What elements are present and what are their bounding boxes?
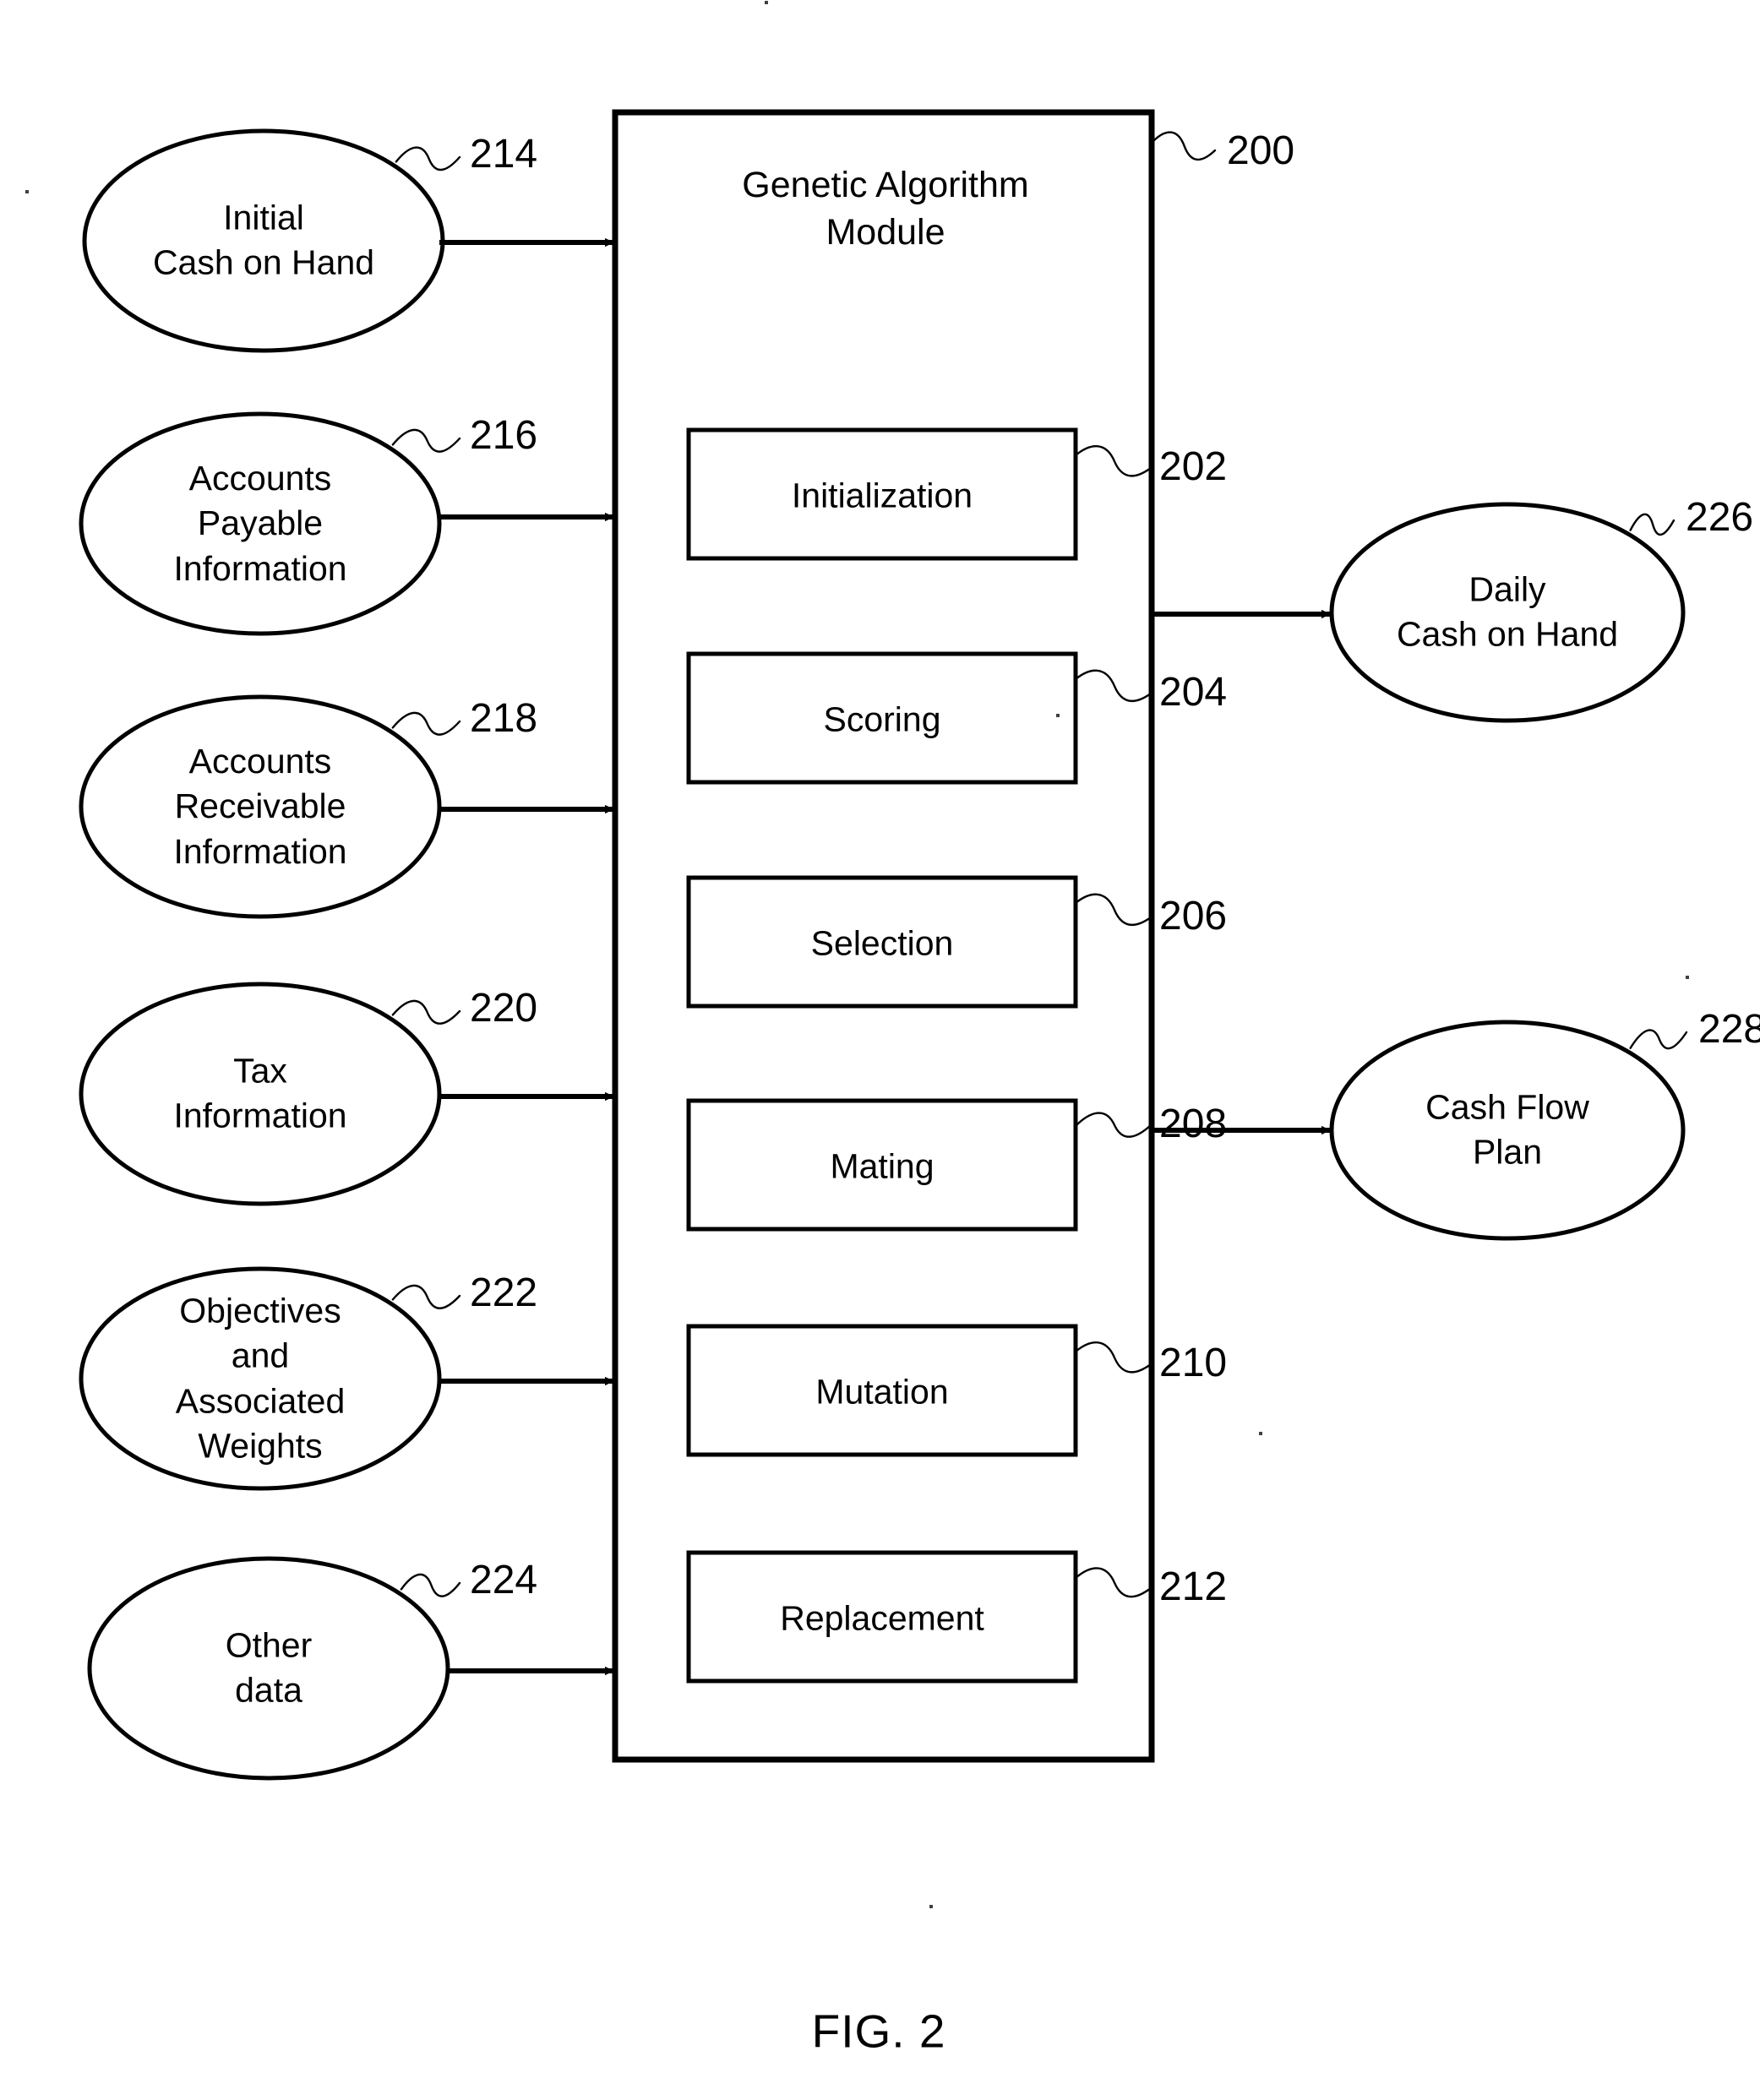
leader-226	[1629, 513, 1676, 536]
reference-leader-lines	[25, 1, 1689, 1908]
input-ellipse-214	[82, 128, 445, 353]
leader-208	[1074, 1112, 1152, 1138]
stage-box-replacement	[686, 1550, 1078, 1684]
leader-210	[1074, 1341, 1152, 1374]
input-ellipse-224	[87, 1556, 450, 1781]
input-output-ellipses	[79, 128, 1686, 1781]
scan-speck	[1686, 976, 1689, 979]
figure-vector-canvas	[25, 1, 1689, 1908]
stage-box-mutation	[686, 1324, 1078, 1457]
scan-speck	[1056, 714, 1060, 717]
scan-speck	[1259, 1432, 1262, 1435]
stage-box-selection	[686, 875, 1078, 1009]
input-ellipse-220	[79, 982, 442, 1206]
input-ellipse-216	[79, 411, 442, 636]
input-ellipse-218	[79, 694, 442, 919]
leader-206	[1074, 893, 1152, 927]
stage-box-initialization	[686, 427, 1078, 561]
scan-speck	[25, 190, 29, 193]
genetic-algorithm-module-box	[612, 109, 1155, 1763]
leader-216	[391, 428, 461, 453]
leader-218	[391, 711, 461, 736]
output-ellipse-226	[1329, 502, 1686, 723]
leader-200	[1150, 131, 1217, 161]
leader-220	[391, 999, 461, 1025]
process-boxes	[612, 109, 1155, 1763]
leader-222	[391, 1284, 461, 1309]
leader-212	[1074, 1567, 1152, 1598]
scan-speck	[765, 1, 768, 4]
patent-figure-page: Genetic Algorithm Module 200 Initializatio…	[0, 0, 1760, 2100]
stage-box-mating	[686, 1098, 1078, 1232]
leader-204	[1074, 669, 1152, 703]
leader-224	[400, 1573, 461, 1597]
scan-speck	[929, 1905, 933, 1908]
leader-228	[1629, 1029, 1688, 1050]
stage-box-scoring	[686, 651, 1078, 785]
leader-202	[1074, 445, 1152, 477]
input-ellipse-222	[79, 1266, 442, 1491]
leader-214	[395, 146, 461, 171]
output-ellipse-228	[1329, 1020, 1686, 1241]
